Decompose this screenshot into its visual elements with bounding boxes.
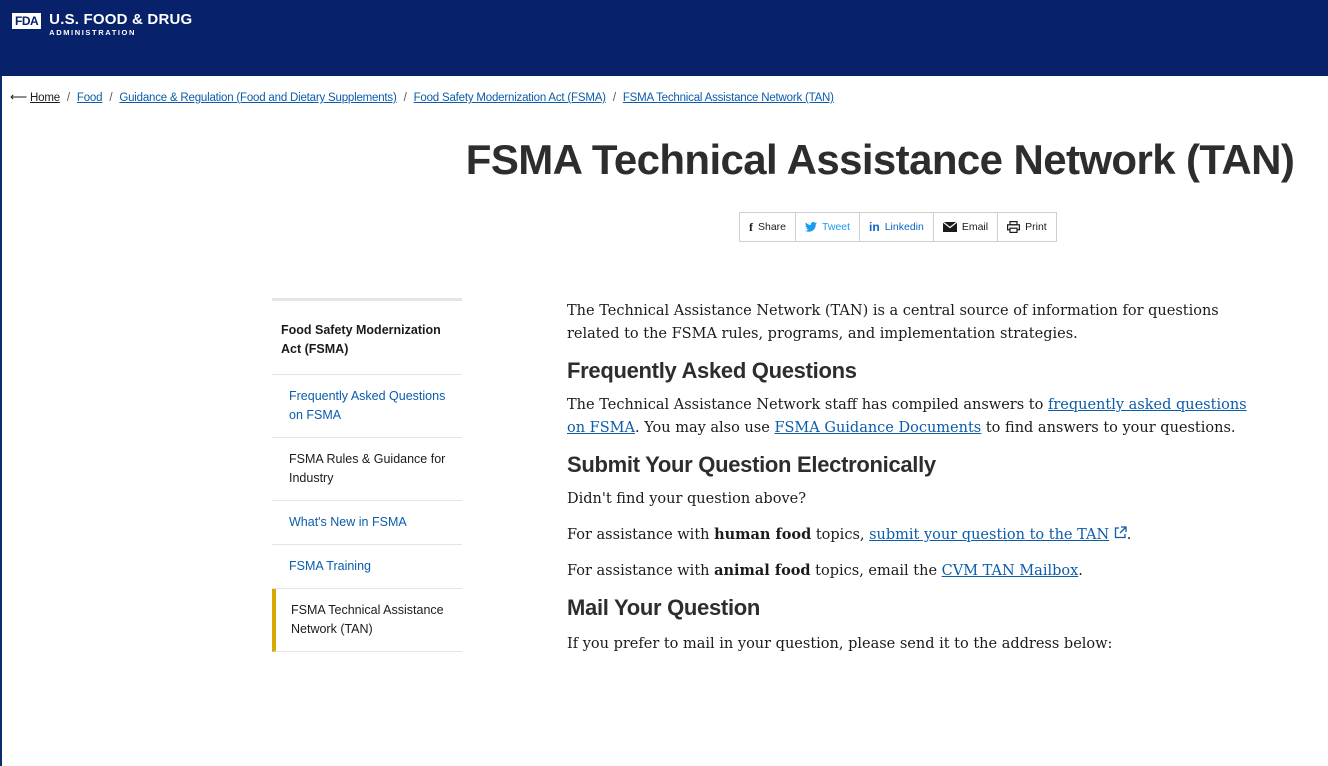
share-print-button[interactable]: Print [998, 213, 1056, 241]
share-email-button[interactable]: Email [934, 213, 999, 241]
cvm-mailbox-link[interactable]: CVM TAN Mailbox [942, 563, 1079, 579]
logo-title: U.S. FOOD & DRUG [49, 11, 193, 28]
animal-food-paragraph: For assistance with animal food topics, … [567, 559, 1267, 583]
mail-paragraph: If you prefer to mail in your question, … [567, 636, 1113, 652]
human-food-end: . [1126, 527, 1132, 543]
external-link-icon [1114, 524, 1127, 547]
human-food-text: For assistance with [567, 527, 715, 543]
mail-heading: Mail Your Question [567, 595, 761, 620]
guidance-documents-link[interactable]: FSMA Guidance Documents [774, 420, 981, 436]
faq-heading: Frequently Asked Questions [567, 358, 857, 383]
human-food-bold: human food [714, 526, 812, 543]
fda-logo-mark: FDA [12, 13, 42, 29]
breadcrumb-guidance-regulation[interactable]: Guidance & Regulation (Food and Dietary … [119, 92, 396, 104]
intro-paragraph: The Technical Assistance Network (TAN) i… [567, 303, 1219, 342]
sidebar-nav: Food Safety Modernization Act (FSMA) Fre… [272, 298, 462, 652]
sidebar-item-faq[interactable]: Frequently Asked Questions on FSMA [272, 375, 462, 438]
breadcrumb-separator: / [612, 92, 616, 104]
print-icon [1007, 221, 1021, 233]
animal-food-end: . [1078, 563, 1083, 579]
submit-heading: Submit Your Question Electronically [567, 452, 936, 477]
breadcrumb: ⟵ Home / Food / Guidance & Regulation (Food … [10, 90, 834, 104]
animal-food-bold: animal food [714, 562, 811, 579]
share-linkedin-button[interactable]: in Linkedin [860, 213, 934, 241]
faq-text: . You may also use [635, 420, 775, 436]
fda-logo[interactable]: FDA U.S. FOOD & DRUG ADMINISTRATION [12, 12, 192, 38]
logo-subtitle: ADMINISTRATION [49, 28, 137, 37]
page-title: FSMA Technical Assistance Network (TAN) [465, 136, 1295, 183]
sidebar-heading[interactable]: Food Safety Modernization Act (FSMA) [272, 301, 462, 375]
breadcrumb-separator: / [66, 92, 70, 104]
faq-paragraph: The Technical Assistance Network staff h… [567, 394, 1267, 440]
breadcrumb-separator: / [109, 92, 113, 104]
back-arrow-icon: ⟵ [10, 90, 28, 104]
breadcrumb-separator: / [403, 92, 407, 104]
main-content: The Technical Assistance Network (TAN) i… [567, 300, 1267, 656]
breadcrumb-fsma-tan[interactable]: FSMA Technical Assistance Network (TAN) [623, 92, 834, 104]
twitter-icon [805, 222, 818, 232]
share-linkedin-label: Linkedin [884, 221, 924, 233]
fda-logo-text: U.S. FOOD & DRUG ADMINISTRATION [49, 12, 192, 38]
animal-food-text: For assistance with [567, 563, 715, 579]
share-print-label: Print [1025, 221, 1047, 233]
human-food-paragraph: For assistance with human food topics, s… [567, 523, 1267, 547]
submit-question-link[interactable]: submit your question to the TAN [869, 527, 1109, 543]
sidebar-item-training[interactable]: FSMA Training [272, 545, 462, 589]
breadcrumb-home[interactable]: Home [30, 92, 60, 104]
breadcrumb-fsma[interactable]: Food Safety Modernization Act (FSMA) [414, 92, 606, 104]
sidebar-item-whats-new[interactable]: What's New in FSMA [272, 501, 462, 545]
faq-text: to find answers to your questions. [981, 420, 1236, 436]
facebook-icon: f [749, 219, 753, 234]
submit-intro: Didn't find your question above? [567, 491, 806, 507]
breadcrumb-food[interactable]: Food [77, 92, 103, 104]
human-food-text: topics, [811, 527, 870, 543]
share-facebook-label: Share [758, 221, 787, 233]
sidebar-item-rules-guidance[interactable]: FSMA Rules & Guidance for Industry [272, 438, 462, 501]
share-twitter-button[interactable]: Tweet [796, 213, 861, 241]
linkedin-icon: in [869, 220, 880, 234]
email-icon [942, 222, 957, 232]
sidebar-item-tan-active[interactable]: FSMA Technical Assistance Network (TAN) [272, 589, 462, 652]
social-share-bar: f Share Tweet in Linkedin Email Print [739, 212, 1057, 242]
animal-food-text: topics, email the [810, 563, 942, 579]
faq-text: The Technical Assistance Network staff h… [567, 397, 1048, 413]
share-email-label: Email [961, 221, 989, 233]
share-twitter-label: Tweet [822, 221, 851, 233]
share-facebook-button[interactable]: f Share [740, 213, 797, 241]
site-header: FDA U.S. FOOD & DRUG ADMINISTRATION [0, 0, 1328, 76]
